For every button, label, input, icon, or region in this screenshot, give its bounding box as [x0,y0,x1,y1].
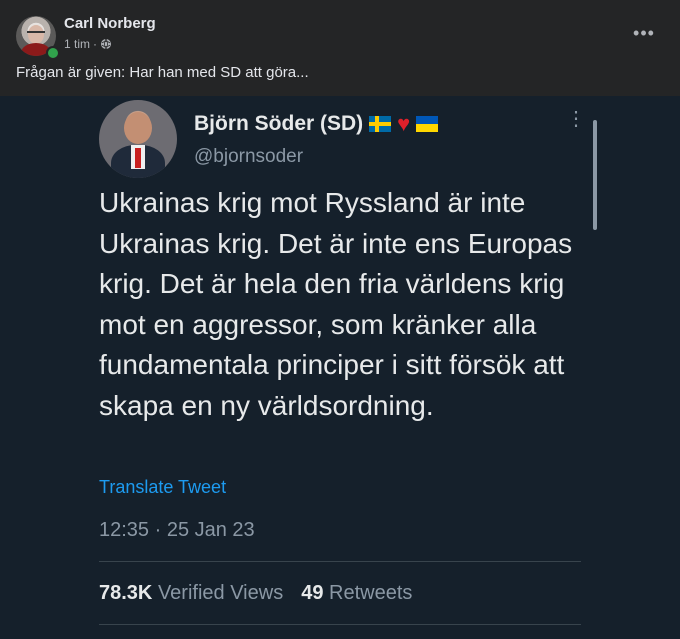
avatar-head [124,112,152,144]
tweet-text: Ukrainas krig mot Ryssland är inte Ukrai… [99,187,573,421]
avatar-tie [135,148,141,168]
tweet-author-name: Björn Söder (SD) ♥ [194,111,439,136]
avatar-glasses [27,31,45,37]
divider [99,624,581,625]
red-heart-icon: ♥ [397,111,411,136]
tweet-timestamp: 12:35 · 25 Jan 23 [99,519,255,541]
tweet-more-icon: ⋮ [566,108,586,130]
more-options-button[interactable]: ••• [632,22,656,46]
post-text: Frågan är given: Har han med SD att göra… [16,64,309,81]
tweet-author-handle: @bjornsoder [194,146,304,167]
poster-avatar[interactable] [16,16,60,60]
views-stat: 78.3K Verified Views [99,582,284,604]
facebook-post: Carl Norberg 1 tim · ••• Frågan är given… [0,0,680,639]
globe-icon [101,38,112,50]
meta-separator: · [93,37,98,51]
tweet-stats: 78.3K Verified Views 49 Retweets [99,582,412,605]
scrollbar [593,120,597,230]
translate-tweet-link: Translate Tweet [99,477,227,497]
post-time[interactable]: 1 tim [64,37,90,51]
tweet-author-avatar [99,100,177,178]
post-meta: 1 tim · [64,37,112,51]
divider [99,561,581,562]
poster-name[interactable]: Carl Norberg [64,15,156,32]
sweden-flag-icon [369,116,392,132]
ukraine-flag-icon [416,116,439,132]
post-header: Carl Norberg 1 tim · ••• Frågan är given… [0,0,680,96]
retweets-stat: 49 Retweets [301,582,413,604]
online-status-dot [46,46,60,60]
more-horizontal-icon: ••• [633,23,655,43]
tweet-name-text: Björn Söder (SD) [194,112,364,135]
